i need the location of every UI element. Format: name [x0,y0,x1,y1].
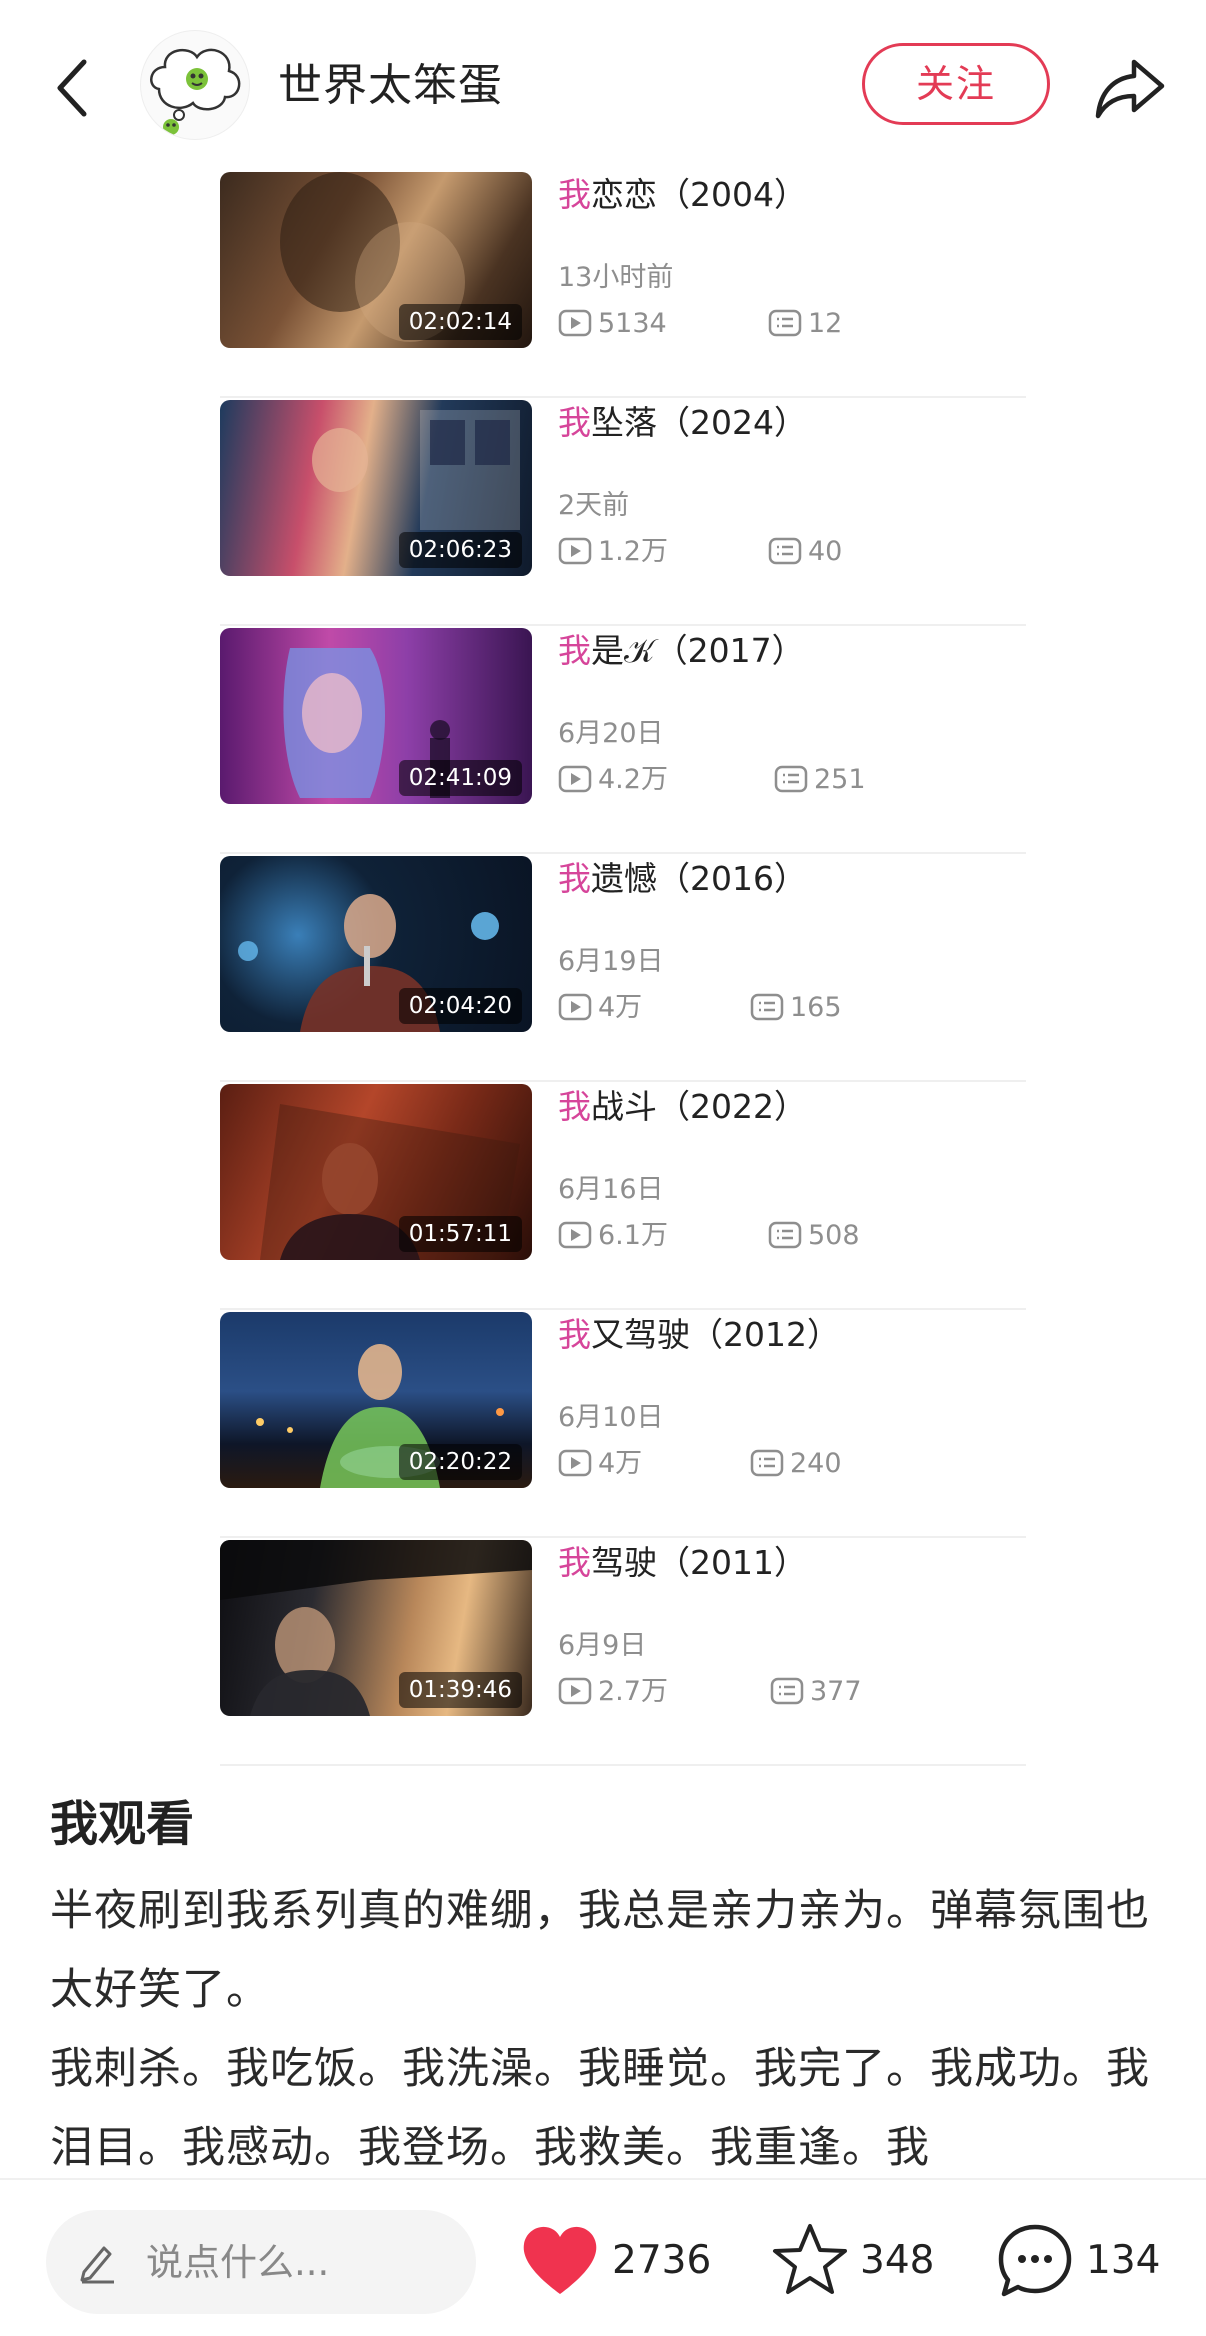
title-text: 又驾驶（2012） [591,1315,840,1354]
comment-count-total: 134 [1086,2238,1161,2283]
video-thumbnail[interactable]: 01:57:11 [220,1084,532,1260]
play-count-icon [558,993,592,1021]
video-title[interactable]: 我战斗（2022） [558,1084,807,1130]
video-item[interactable]: 02:02:14 我恋恋（2004） 13小时前 5134 12 [220,170,1026,398]
video-time: 2天前 [558,490,630,521]
comment-bubble-icon [998,2224,1072,2297]
video-duration: 02:04:20 [398,988,522,1024]
comment-count: 240 [750,1446,842,1482]
play-count-icon [558,1449,592,1477]
title-prefix: 我 [558,631,591,670]
danmaku-icon [750,993,784,1021]
title-prefix: 我 [558,1315,591,1354]
title-text: 战斗（2022） [591,1087,807,1126]
video-thumbnail[interactable]: 02:02:14 [220,172,532,348]
danmaku-icon [768,309,802,337]
comment-input[interactable]: 说点什么... [46,2210,476,2314]
video-time: 13小时前 [558,262,674,293]
follow-button[interactable]: 关注 [862,43,1050,125]
video-item[interactable]: 01:57:11 我战斗（2022） 6月16日 6.1万 508 [220,1082,1026,1310]
video-title[interactable]: 我遗憾（2016） [558,856,807,902]
video-duration: 02:02:14 [398,304,522,340]
video-thumbnail[interactable]: 01:39:46 [220,1540,532,1716]
title-prefix: 我 [558,403,591,442]
title-text: 是𝒦（2017） [591,631,805,670]
title-text: 驾驶（2011） [591,1543,807,1582]
video-title[interactable]: 我恋恋（2004） [558,172,807,218]
post-title: 我观看 [50,1796,195,1852]
video-title[interactable]: 我又驾驶（2012） [558,1312,840,1358]
favorite-button[interactable]: 348 [772,2220,952,2300]
video-time: 6月10日 [558,1402,664,1433]
heart-icon [523,2226,597,2294]
title-prefix: 我 [558,1543,591,1582]
video-title[interactable]: 我坠落（2024） [558,400,807,446]
title-text: 坠落（2024） [591,403,807,442]
video-duration: 02:20:22 [398,1444,522,1480]
title-prefix: 我 [558,175,591,214]
pencil-icon [80,2246,114,2284]
comment-count: 508 [768,1218,860,1254]
video-time: 6月16日 [558,1174,664,1205]
view-count: 6.1万 [558,1218,668,1254]
play-count-icon [558,537,592,565]
comment-count: 40 [768,534,842,570]
video-duration: 01:57:11 [398,1216,522,1252]
view-count: 4.2万 [558,762,668,798]
title-prefix: 我 [558,1087,591,1126]
share-icon[interactable] [1090,48,1170,128]
title-prefix: 我 [558,859,591,898]
danmaku-icon [750,1449,784,1477]
play-count-icon [558,1677,592,1705]
view-count: 4万 [558,990,642,1026]
favorite-count: 348 [860,2238,935,2283]
like-count: 2736 [612,2238,712,2283]
video-thumbnail[interactable]: 02:41:09 [220,628,532,804]
play-count-icon [558,1221,592,1249]
avatar[interactable] [140,30,250,140]
video-item[interactable]: 01:39:46 我驾驶（2011） 6月9日 2.7万 377 [220,1538,1026,1766]
view-count: 4万 [558,1446,642,1482]
danmaku-icon [774,765,808,793]
author-name[interactable]: 世界太笨蛋 [278,56,503,116]
view-count: 5134 [558,306,667,342]
video-title[interactable]: 我是𝒦（2017） [558,628,805,674]
bottom-bar: 说点什么... 2736 348 134 [0,2178,1206,2336]
video-time: 6月9日 [558,1630,647,1661]
video-duration: 02:41:09 [398,760,522,796]
video-title[interactable]: 我驾驶（2011） [558,1540,807,1586]
video-item[interactable]: 02:41:09 我是𝒦（2017） 6月20日 4.2万 251 [220,626,1026,854]
play-count-icon [558,765,592,793]
star-icon [773,2224,847,2294]
video-time: 6月20日 [558,718,664,749]
video-thumbnail[interactable]: 02:04:20 [220,856,532,1032]
danmaku-icon [768,537,802,565]
video-item[interactable]: 02:20:22 我又驾驶（2012） 6月10日 4万 240 [220,1310,1026,1538]
post-body: 半夜刷到我系列真的难绷，我总是亲力亲为。弹幕氛围也太好笑了。 我刺杀。我吃饭。我… [50,1886,1150,2173]
view-count: 2.7万 [558,1674,668,1710]
comment-count: 12 [768,306,842,342]
comment-placeholder: 说点什么... [146,2241,330,2284]
video-time: 6月19日 [558,946,664,977]
video-item[interactable]: 02:04:20 我遗憾（2016） 6月19日 4万 165 [220,854,1026,1082]
danmaku-icon [768,1221,802,1249]
video-thumbnail[interactable]: 02:06:23 [220,400,532,576]
view-count: 1.2万 [558,534,668,570]
comment-count: 251 [774,762,866,798]
danmaku-icon [770,1677,804,1705]
back-icon[interactable] [48,48,108,128]
comment-count: 377 [770,1674,862,1710]
like-button[interactable]: 2736 [520,2220,720,2300]
comment-count: 165 [750,990,842,1026]
play-count-icon [558,309,592,337]
title-text: 遗憾（2016） [591,859,807,898]
title-text: 恋恋（2004） [591,175,807,214]
video-item[interactable]: 02:06:23 我坠落（2024） 2天前 1.2万 40 [220,398,1026,626]
comment-button[interactable]: 134 [996,2220,1176,2300]
video-duration: 01:39:46 [398,1672,522,1708]
video-duration: 02:06:23 [398,532,522,568]
top-bar: 世界太笨蛋 关注 [0,0,1206,170]
video-thumbnail[interactable]: 02:20:22 [220,1312,532,1488]
